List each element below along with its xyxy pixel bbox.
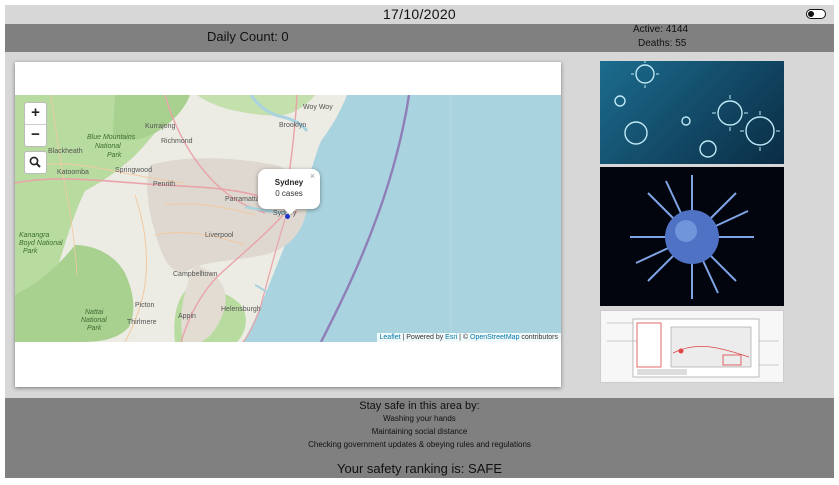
map-label: Penrith xyxy=(153,181,175,188)
app-layout-diagram-image xyxy=(600,310,784,383)
leaflet-link[interactable]: Leaflet xyxy=(380,334,401,341)
map-label: Campbelltown xyxy=(173,271,217,278)
safety-tip: Maintaining social distance xyxy=(371,427,468,436)
safety-footer: Stay safe in this area by: Washing your … xyxy=(5,398,834,478)
coronavirus-blue-particles-image xyxy=(600,61,784,164)
esri-link[interactable]: Esri xyxy=(445,334,457,341)
map-label: Parramatta xyxy=(225,196,260,203)
safety-tip: Checking government updates & obeying ru… xyxy=(308,440,531,449)
map-label: Helensburgh xyxy=(221,306,261,313)
map-card: Woy Woy Kurrajong Brooklyn Blue Mountain… xyxy=(15,62,561,387)
map-label: Appin xyxy=(178,313,196,320)
map-label: Park xyxy=(23,248,38,255)
map[interactable]: Woy Woy Kurrajong Brooklyn Blue Mountain… xyxy=(15,95,561,342)
attribution-text: contributors xyxy=(519,334,558,341)
safety-tip: Washing your hands xyxy=(383,414,456,423)
deaths-count: Deaths: 55 xyxy=(638,38,687,49)
top-bar: 17/10/2020 xyxy=(5,5,834,24)
popup-close-button[interactable]: × xyxy=(310,171,315,181)
safety-ranking: Your safety ranking is: SAFE xyxy=(337,461,502,476)
map-label: Kurrajong xyxy=(145,123,175,130)
toggle-knob xyxy=(808,10,814,17)
map-label: Woy Woy xyxy=(303,104,333,111)
map-label: Thirlmere xyxy=(127,319,157,326)
map-label: Springwood xyxy=(115,167,152,174)
map-label: Brooklyn xyxy=(279,122,306,129)
map-label: Katoomba xyxy=(57,169,89,176)
map-search-button[interactable] xyxy=(24,151,47,174)
stats-bar: Daily Count: 0 Active: 4144 Deaths: 55 xyxy=(5,24,834,52)
map-label: Richmond xyxy=(161,138,193,145)
map-attribution: Leaflet | Powered by Esri | © OpenStreet… xyxy=(376,333,561,342)
map-popup: × Sydney 0 cases xyxy=(258,169,320,215)
map-label: Blue Mountains xyxy=(87,134,136,141)
map-label: Blackheath xyxy=(48,148,83,155)
coronavirus-spike-image xyxy=(600,167,784,306)
popup-cases: 0 cases xyxy=(275,189,303,198)
current-date: 17/10/2020 xyxy=(382,6,457,22)
zoom-control: + − xyxy=(24,102,47,147)
zoom-in-button[interactable]: + xyxy=(25,103,46,124)
daily-count: Daily Count: 0 xyxy=(207,29,289,44)
map-label: National xyxy=(81,317,107,324)
magnifier-icon xyxy=(29,156,41,168)
map-label: National xyxy=(95,143,121,150)
map-label: Nattai xyxy=(85,309,104,316)
main-content: Woy Woy Kurrajong Brooklyn Blue Mountain… xyxy=(5,52,834,398)
attribution-text: | © xyxy=(457,334,471,341)
safety-tips-title: Stay safe in this area by: xyxy=(359,400,480,412)
active-count: Active: 4144 xyxy=(633,24,689,35)
zoom-out-button[interactable]: − xyxy=(25,124,46,146)
map-label: Park xyxy=(107,152,122,159)
map-label: Kanangra xyxy=(19,232,49,239)
attribution-text: | Powered by xyxy=(400,334,446,341)
map-label: Picton xyxy=(135,302,155,309)
map-label: Park xyxy=(87,325,102,332)
osm-link[interactable]: OpenStreetMap xyxy=(470,334,519,341)
toggle-switch-icon[interactable] xyxy=(806,9,826,19)
map-label: Liverpool xyxy=(205,232,234,239)
map-label: Boyd National xyxy=(19,240,63,247)
